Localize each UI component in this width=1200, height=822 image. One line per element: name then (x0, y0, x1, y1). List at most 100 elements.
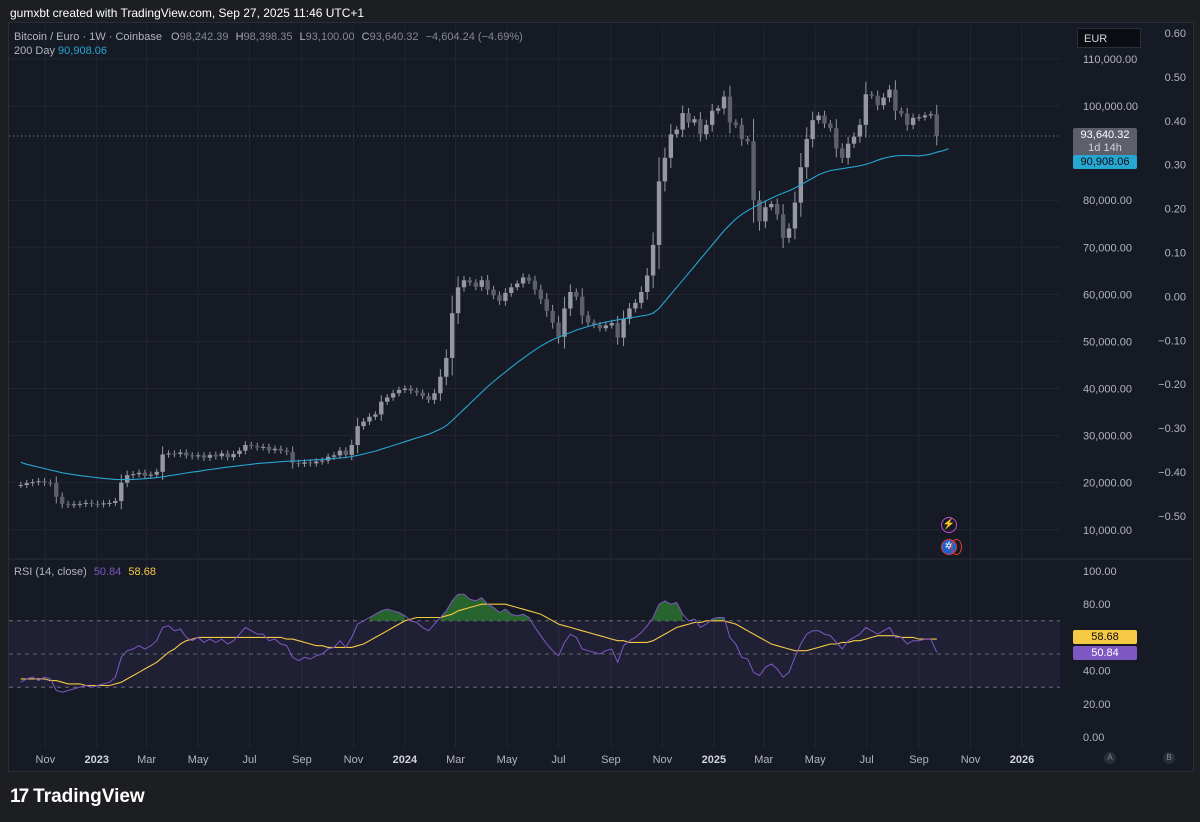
candle-body (828, 123, 833, 129)
close-label: C (361, 31, 370, 43)
candle-body (674, 129, 679, 135)
candle-body (231, 453, 236, 458)
time-tick-label: Sep (601, 754, 621, 766)
candle-body (579, 296, 585, 316)
candle-body (568, 292, 573, 309)
chart-canvas[interactable]: 110,000.00 100,000.00 80,000.00 70,000.00 60… (0, 0, 1200, 822)
time-tick-label: Nov (653, 754, 673, 766)
candle-body (414, 390, 419, 393)
candle-body (237, 450, 242, 454)
candle-body (816, 115, 821, 121)
candle-body (769, 203, 774, 208)
candle-body (727, 96, 733, 123)
brand-name: TradingView (33, 786, 145, 807)
time-tick-label: Nov (961, 754, 981, 766)
close-value: 93,640.32 (369, 31, 419, 43)
candle-body (633, 302, 638, 309)
rsi-price-label: 50.84 (1073, 646, 1137, 660)
candle-body (792, 202, 798, 229)
candle-body (130, 474, 136, 476)
candle-body (686, 113, 691, 123)
symbol-title[interactable]: Bitcoin / Euro · 1W · Coinbase (14, 31, 162, 43)
percent-tick-label: 0.50 (1165, 72, 1186, 84)
auto-scale-button[interactable]: A (1104, 752, 1116, 764)
high-value: 98,398.35 (243, 31, 293, 43)
candle-body (178, 452, 183, 454)
candle-body (355, 426, 360, 446)
time-tick-label: Jul (243, 754, 257, 766)
ma-legend[interactable]: 200 Day 90,908.06 (14, 45, 107, 57)
candle-body (18, 485, 24, 487)
candle-body (656, 181, 662, 245)
candle-body (455, 287, 461, 314)
candle-body (65, 503, 71, 505)
candle-body (650, 244, 656, 276)
time-tick-label: May (805, 754, 826, 766)
candle-body (83, 502, 89, 504)
log-scale-button[interactable]: B (1163, 752, 1175, 764)
time-tick-label: Sep (292, 754, 312, 766)
percent-tick-label: −0.40 (1158, 467, 1186, 479)
candle-body (851, 136, 857, 144)
candle-body (461, 280, 467, 288)
candle-body (574, 292, 579, 297)
time-tick-label: Nov (36, 754, 56, 766)
economic-event-extra-icon[interactable] (951, 539, 962, 555)
candle-body (875, 95, 880, 106)
candle-body (195, 455, 201, 457)
candle-body (467, 280, 473, 283)
candle-body (662, 157, 668, 182)
rsi-tick-label: 80.00 (1083, 599, 1111, 611)
rsi-legend[interactable]: RSI (14, close) 50.84 58.68 (14, 566, 156, 578)
candle-body (698, 119, 703, 135)
candle-body (184, 452, 189, 456)
time-tick-label: 2026 (1010, 754, 1034, 766)
ma-200-line (20, 148, 949, 481)
candle-body (733, 122, 739, 125)
candle-body (266, 446, 272, 451)
candle-body (449, 313, 455, 358)
candle-body (71, 504, 77, 506)
candle-body (426, 396, 431, 400)
price-tick-label: 110,000.00 (1083, 54, 1137, 66)
candle-body (243, 445, 248, 451)
candle-body (514, 283, 520, 288)
rsi-tick-label: 20.00 (1083, 699, 1111, 711)
percent-tick-label: 0.10 (1165, 248, 1186, 260)
open-label: O (171, 31, 180, 43)
candle-body (402, 388, 408, 390)
candle-body (473, 282, 479, 287)
lightning-event-icon[interactable]: ⚡ (941, 517, 957, 533)
candle-body (213, 454, 219, 457)
candle-body (379, 401, 384, 415)
candle-body (148, 474, 154, 476)
candle-body (367, 416, 372, 422)
candle-body (142, 472, 148, 476)
open-value: 98,242.39 (179, 31, 229, 43)
time-tick-label: Mar (137, 754, 156, 766)
candle-body (621, 318, 626, 338)
candle-body (331, 455, 337, 457)
time-tick-label: Mar (754, 754, 773, 766)
time-tick-label: May (188, 754, 209, 766)
price-tick-label: 20,000.00 (1083, 478, 1132, 490)
currency-selector[interactable]: EUR (1077, 28, 1141, 48)
tradingview-logo[interactable]: 17 TradingView (10, 786, 145, 808)
candle-body (544, 299, 549, 311)
candle-body (639, 292, 644, 303)
candle-body (922, 115, 928, 118)
candle-body (863, 94, 869, 125)
candle-body (709, 110, 715, 125)
candle-body (36, 481, 41, 483)
candle-body (343, 450, 349, 455)
time-tick-label: 2025 (702, 754, 726, 766)
candle-body (119, 482, 124, 502)
candle-body (59, 496, 65, 504)
candle-body (916, 117, 922, 119)
candle-body (296, 462, 301, 464)
candle-body (189, 455, 195, 457)
candle-body (520, 277, 526, 284)
price-tick-label: 70,000.00 (1083, 242, 1132, 254)
rsi-tick-label: 40.00 (1083, 666, 1111, 678)
candle-body (532, 280, 538, 290)
